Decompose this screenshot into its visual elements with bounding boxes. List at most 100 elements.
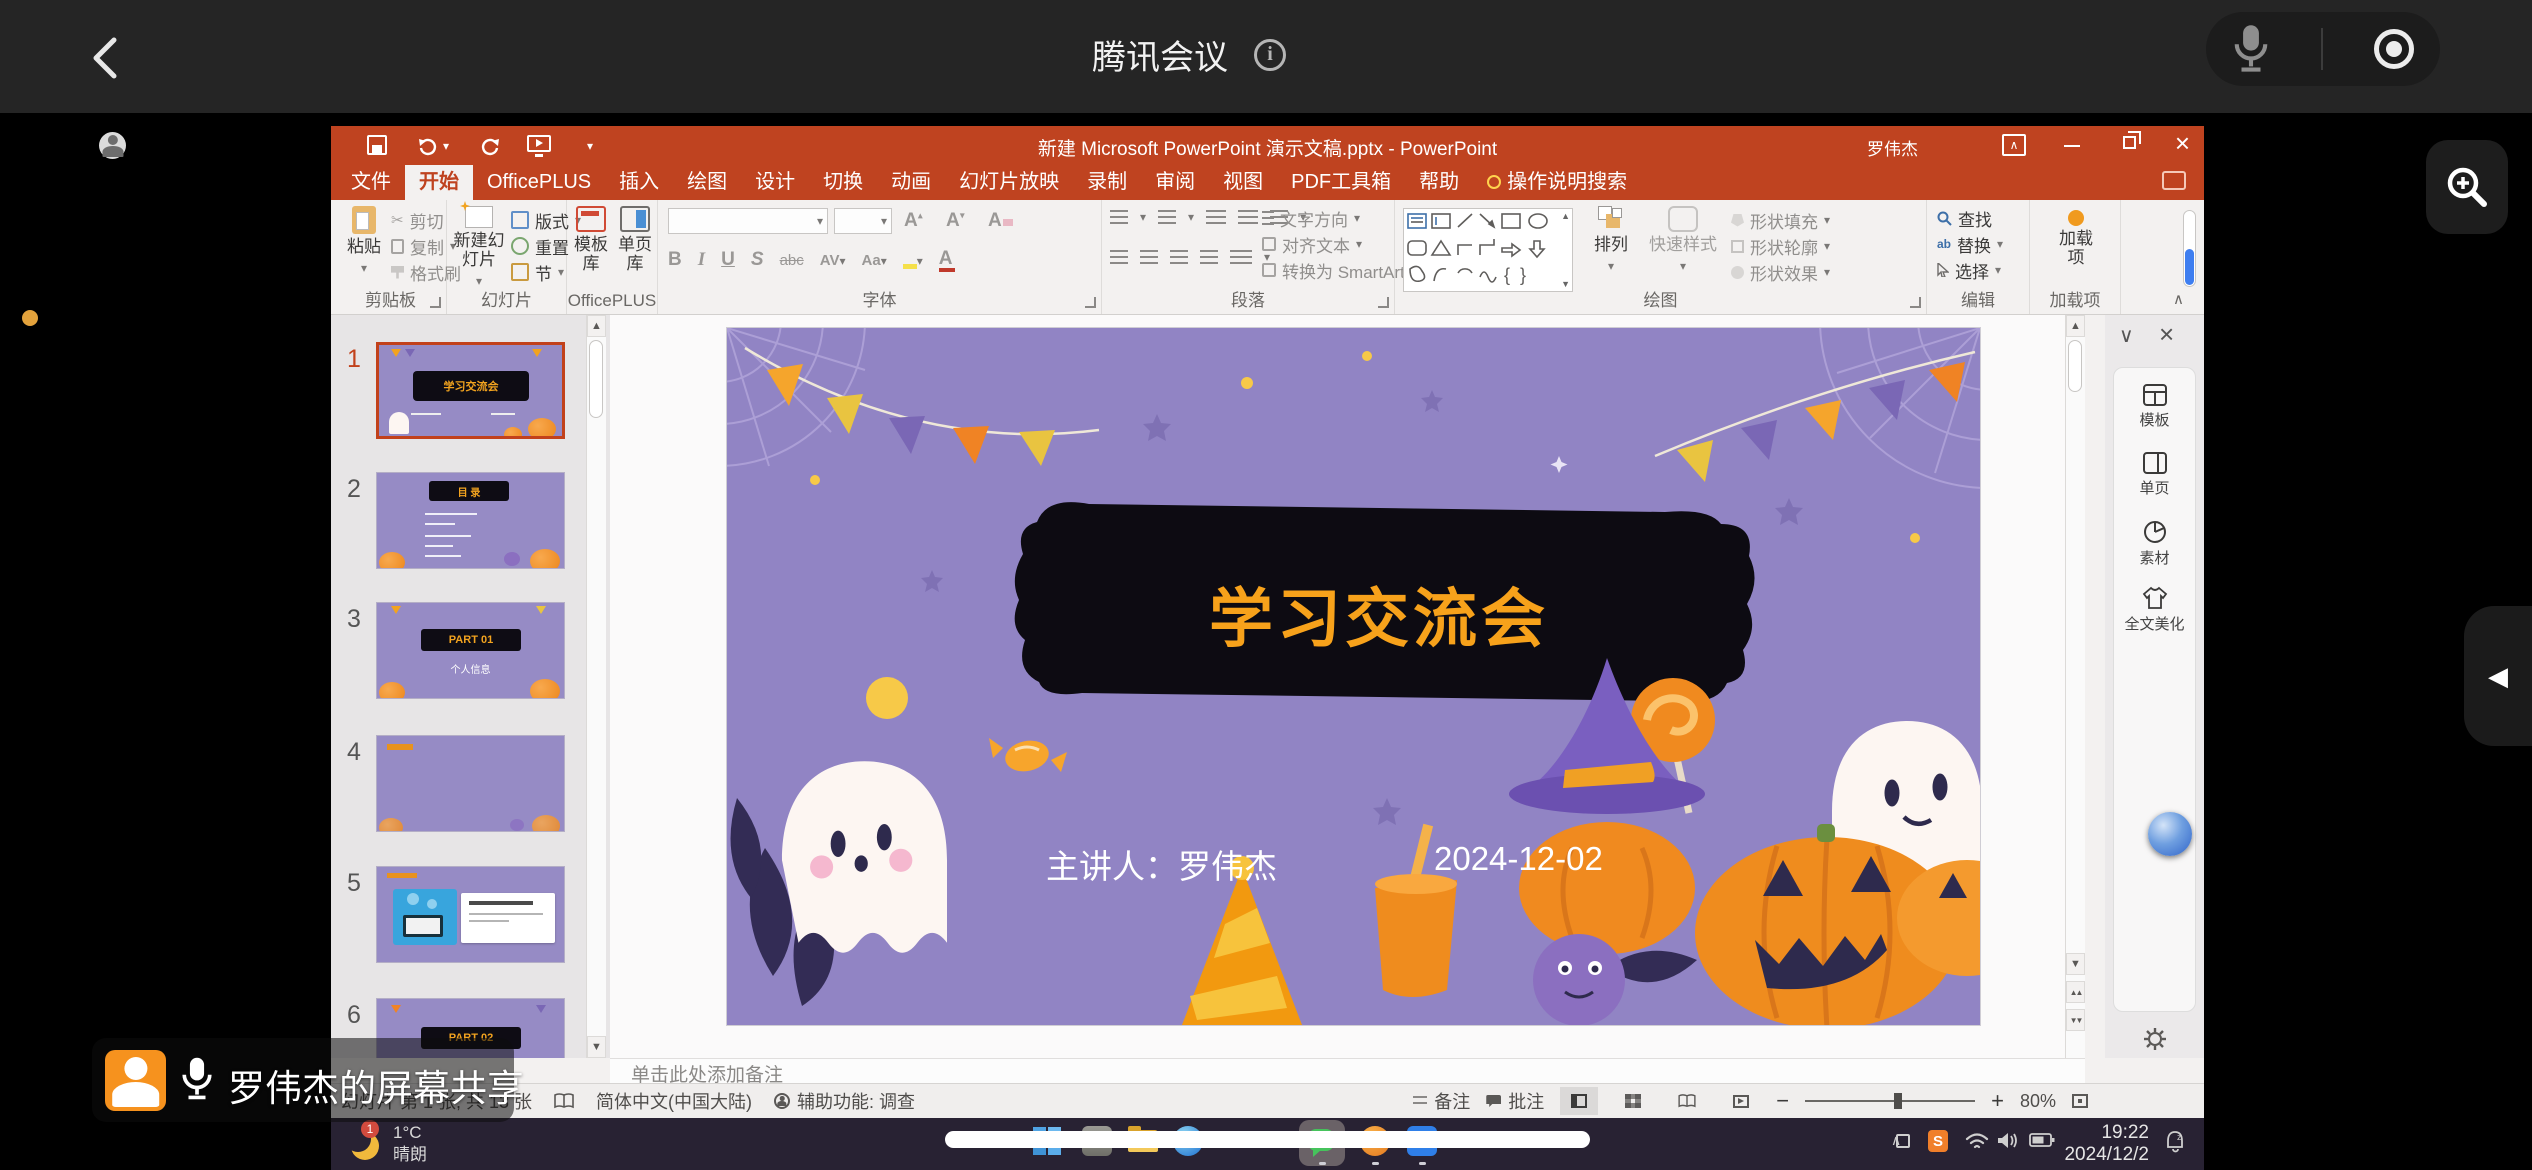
tab-home[interactable]: 开始 [405, 165, 473, 200]
panel-item-template[interactable]: 模板 [2114, 384, 2195, 430]
zoom-slider[interactable] [1805, 1091, 1975, 1111]
zoom-in-button[interactable]: + [1991, 1088, 2004, 1114]
tab-officeplus[interactable]: OfficePLUS [473, 165, 605, 200]
slide-date[interactable]: 2024-12-02 [1434, 840, 1603, 878]
slide-thumbnail-1[interactable]: 学习交流会 [376, 342, 565, 439]
justify-icon[interactable] [1200, 250, 1218, 264]
scroll-down-icon[interactable]: ▼ [2066, 953, 2085, 975]
smartart-button[interactable]: 转换为 SmartArt▾ [1262, 258, 1417, 282]
decrease-indent-icon[interactable] [1206, 210, 1226, 224]
align-center-icon[interactable] [1140, 250, 1158, 264]
slide-thumbnail-3[interactable]: PART 01 个人信息 [376, 602, 565, 699]
highlight-button[interactable]: ▾ [903, 249, 923, 271]
underline-button[interactable]: U [721, 249, 735, 271]
shapes-scroll-up-icon[interactable]: ▲ [1561, 211, 1570, 221]
accessibility-status[interactable]: 辅助功能: 调查 [774, 1088, 915, 1114]
cut-button[interactable]: ✂剪切 [391, 208, 444, 232]
normal-view-button[interactable] [1560, 1087, 1598, 1115]
bullets-icon[interactable] [1110, 210, 1128, 224]
align-text-button[interactable]: 对齐文本▾ [1262, 232, 1362, 256]
scroll-up-icon[interactable]: ▲ [2066, 315, 2085, 337]
input-method-icon[interactable]: S [1928, 1130, 1948, 1152]
thumbnail-scrollbar[interactable]: ▲ ▼ [586, 315, 606, 1058]
panel-collapse-icon[interactable]: ∨ [2119, 323, 2134, 348]
reset-button[interactable]: 重置 [511, 234, 569, 258]
section-button[interactable]: 节▾ [511, 260, 564, 284]
align-left-icon[interactable] [1110, 250, 1128, 264]
microphone-icon[interactable] [2232, 23, 2270, 75]
slide-presenter[interactable]: 主讲人：罗伟杰 [1046, 840, 1277, 888]
scroll-down-icon[interactable]: ▼ [587, 1036, 606, 1058]
font-name-select[interactable]: ▾ [668, 208, 828, 234]
ribbon-scrollbar[interactable] [2183, 210, 2196, 287]
find-button[interactable]: 查找 [1937, 206, 1992, 230]
spellcheck-book-icon[interactable] [554, 1093, 574, 1109]
minimize-button[interactable] [2064, 145, 2080, 147]
scrollbar-thumb[interactable] [589, 340, 603, 418]
notes-toggle[interactable]: 备注 [1413, 1088, 1470, 1114]
slide-canvas[interactable]: 学习交流会 主讲人：罗伟杰 2024-12-02 [727, 328, 1980, 1025]
slide-sorter-view-button[interactable] [1614, 1087, 1652, 1115]
slide-title[interactable]: 学习交流会 [1009, 568, 1749, 660]
info-icon[interactable]: i [1254, 39, 1286, 71]
zoom-level[interactable]: 80% [2020, 1091, 2056, 1112]
clipboard-dialog-launcher[interactable] [430, 297, 441, 308]
tab-record[interactable]: 录制 [1073, 165, 1141, 200]
floating-assistant-button[interactable] [2148, 812, 2192, 856]
font-color-button[interactable]: A [939, 248, 955, 272]
comments-toggle[interactable]: 批注 [1486, 1088, 1544, 1114]
tab-design[interactable]: 设计 [741, 165, 809, 200]
tab-animations[interactable]: 动画 [877, 165, 945, 200]
wifi-icon[interactable] [1965, 1132, 1989, 1150]
shape-outline-button[interactable]: 形状轮廓▾ [1731, 234, 1830, 258]
close-button[interactable]: × [2175, 128, 2190, 159]
increase-font-icon[interactable]: A▴ [904, 210, 923, 232]
panel-expand-tab[interactable]: ◀ [2464, 606, 2532, 746]
char-spacing-button[interactable]: AV▾ [820, 252, 846, 269]
ribbon-display-options-icon[interactable]: ∧ [2002, 134, 2026, 156]
slide-thumbnail-5[interactable] [376, 866, 565, 963]
reading-view-button[interactable] [1668, 1087, 1706, 1115]
tab-draw[interactable]: 绘图 [673, 165, 741, 200]
slide-thumbnail-4[interactable] [376, 735, 565, 832]
back-icon[interactable] [88, 36, 122, 80]
font-size-select[interactable]: ▾ [834, 208, 892, 234]
weather-icon[interactable]: 1 [345, 1124, 385, 1164]
panel-close-icon[interactable]: × [2159, 319, 2174, 350]
next-slide-icon[interactable]: ▼▼ [2066, 1009, 2085, 1031]
decrease-font-icon[interactable]: A▾ [946, 210, 965, 232]
editor-scrollbar[interactable]: ▲ ▼ ▲▲ ▼▼ [2065, 315, 2085, 1058]
tab-slideshow[interactable]: 幻灯片放映 [945, 165, 1073, 200]
tab-review[interactable]: 审阅 [1141, 165, 1209, 200]
align-right-icon[interactable] [1170, 250, 1188, 264]
numbering-icon[interactable] [1158, 210, 1176, 224]
change-case-button[interactable]: Aa▾ [862, 252, 887, 269]
zoom-slider-thumb[interactable] [1894, 1093, 1902, 1109]
battery-icon[interactable] [2029, 1132, 2055, 1148]
speaker-icon[interactable] [1997, 1131, 2019, 1150]
new-slide-button[interactable]: 新建幻灯片▾ [451, 206, 507, 291]
shape-fill-button[interactable]: 形状填充▾ [1731, 208, 1830, 232]
text-direction-button[interactable]: 文字方向▾ [1262, 206, 1360, 230]
quick-styles-button[interactable]: 快速样式▾ [1643, 206, 1723, 276]
notes-pane[interactable]: 单击此处添加备注 [610, 1058, 2085, 1083]
tab-help[interactable]: 帮助 [1405, 165, 1473, 200]
panel-item-beautify[interactable]: 全文美化 [2114, 586, 2195, 634]
page-library-button[interactable]: 单页库 [613, 206, 657, 273]
paragraph-dialog-launcher[interactable] [1378, 297, 1389, 308]
increase-indent-icon[interactable] [1238, 210, 1258, 224]
home-indicator[interactable] [945, 1131, 1590, 1148]
replace-button[interactable]: ab替换▾ [1937, 232, 2003, 256]
previous-slide-icon[interactable]: ▲▲ [2066, 981, 2085, 1003]
columns-icon[interactable] [1230, 250, 1252, 264]
panel-item-assets[interactable]: 素材 [2114, 520, 2195, 568]
fit-to-window-icon[interactable] [2072, 1094, 2088, 1108]
tab-insert[interactable]: 插入 [605, 165, 673, 200]
comments-bubble-icon[interactable] [2162, 171, 2186, 190]
arrange-button[interactable]: 排列▾ [1585, 206, 1637, 276]
tray-window-icon[interactable] [1896, 1134, 1910, 1148]
collapse-ribbon-icon[interactable]: ∧ [2173, 290, 2184, 308]
font-dialog-launcher[interactable] [1085, 297, 1096, 308]
tab-pdf-tools[interactable]: PDF工具箱 [1277, 165, 1405, 200]
clear-format-icon[interactable]: A [988, 210, 1013, 232]
